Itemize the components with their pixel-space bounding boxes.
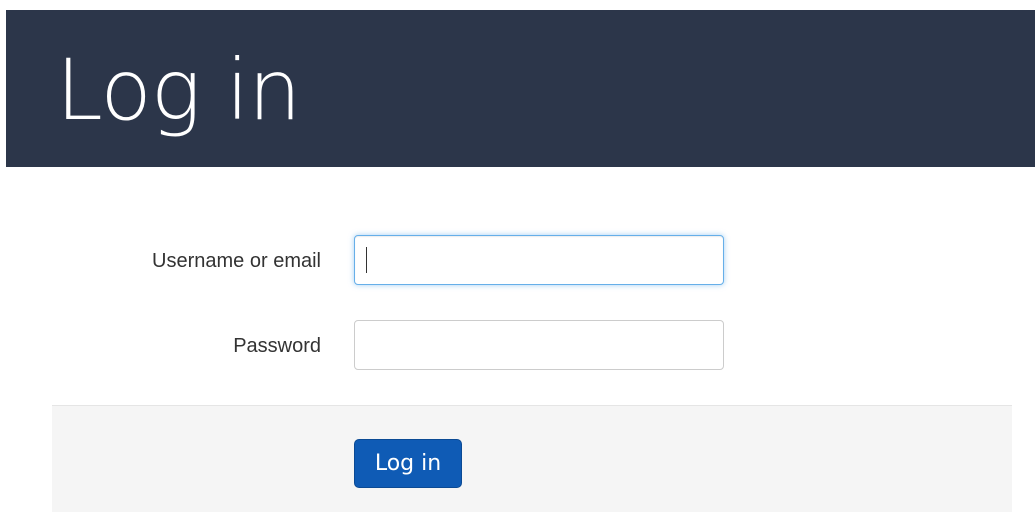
form-actions: Log in (52, 405, 1012, 512)
password-label: Password (233, 335, 321, 357)
password-row: Password (0, 320, 1035, 372)
username-row: Username or email (0, 235, 1035, 287)
password-input[interactable] (354, 320, 724, 370)
page-title: Log in (56, 41, 301, 139)
login-page: Log in Username or email Password Log in (0, 0, 1035, 512)
text-cursor (366, 247, 367, 273)
username-input[interactable] (354, 235, 724, 285)
username-label: Username or email (152, 250, 321, 272)
page-header: Log in (6, 10, 1035, 167)
login-button[interactable]: Log in (354, 439, 462, 488)
